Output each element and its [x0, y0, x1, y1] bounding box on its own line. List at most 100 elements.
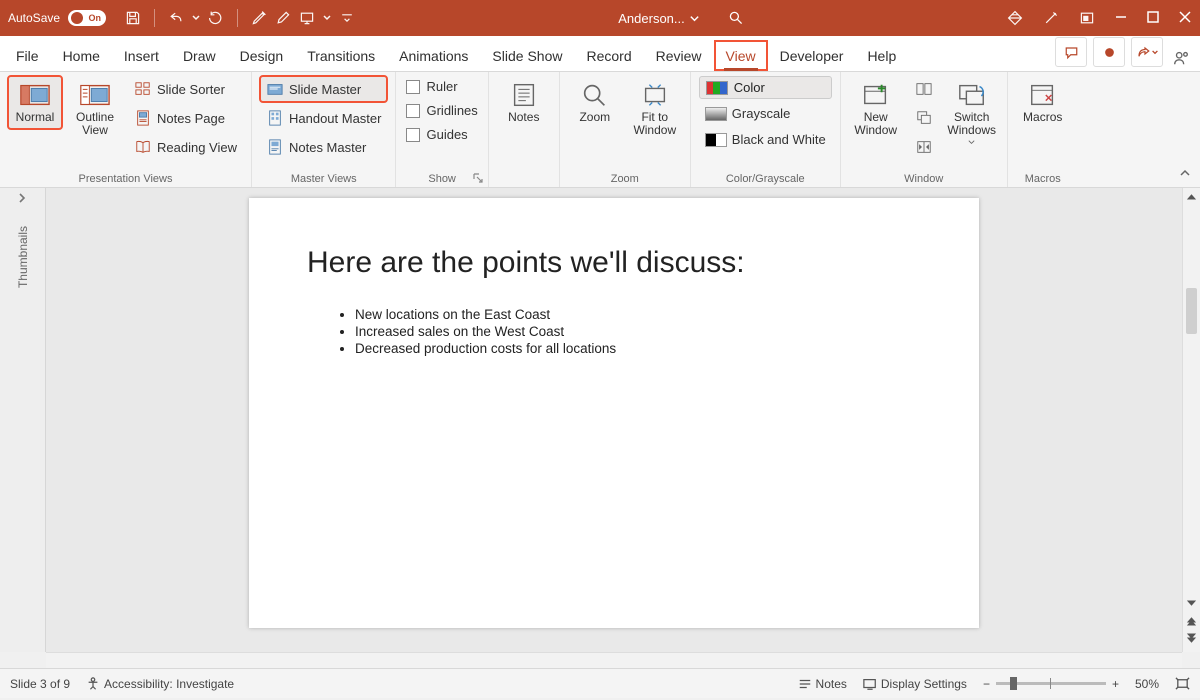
- handout-master-button[interactable]: Handout Master: [260, 105, 388, 131]
- reading-view-button[interactable]: Reading View: [128, 134, 243, 160]
- color-button[interactable]: Color: [699, 76, 832, 99]
- fit-to-window-icon: [638, 81, 672, 109]
- group-presentation-views: Normal Outline View Slide Sorter Notes P…: [0, 72, 252, 187]
- scroll-up-icon[interactable]: [1186, 191, 1198, 203]
- tab-slide-show[interactable]: Slide Show: [480, 40, 574, 71]
- fit-slide-button[interactable]: [1175, 676, 1190, 691]
- zoom-out-button[interactable]: −: [983, 677, 990, 691]
- scroll-down-icon[interactable]: [1186, 596, 1198, 608]
- gridlines-label: Gridlines: [426, 103, 477, 118]
- new-window-label: New Window: [854, 111, 897, 137]
- next-slide-icon[interactable]: [1186, 632, 1198, 644]
- close-button[interactable]: [1178, 10, 1192, 27]
- group-macros: Macros Macros: [1008, 72, 1078, 187]
- comments-button[interactable]: [1055, 37, 1087, 67]
- tab-insert[interactable]: Insert: [112, 40, 171, 71]
- switch-windows-button[interactable]: Switch Windows: [945, 76, 999, 156]
- document-title[interactable]: Anderson...: [618, 11, 700, 26]
- notes-master-button[interactable]: Notes Master: [260, 134, 388, 160]
- qat-overflow-icon[interactable]: [338, 9, 356, 27]
- zoom-slider[interactable]: − +: [983, 677, 1119, 691]
- tab-record[interactable]: Record: [574, 40, 643, 71]
- wand-icon[interactable]: [1042, 9, 1060, 27]
- tab-draw[interactable]: Draw: [171, 40, 228, 71]
- present-icon[interactable]: [298, 9, 316, 27]
- show-dialog-launcher[interactable]: [473, 173, 484, 184]
- present-dropdown-icon[interactable]: [322, 9, 332, 27]
- black-white-button[interactable]: Black and White: [699, 128, 832, 151]
- autosave-label: AutoSave: [8, 11, 60, 25]
- outline-view-button[interactable]: Outline View: [68, 76, 122, 142]
- undo-icon[interactable]: [167, 9, 185, 27]
- record-indicator-button[interactable]: [1093, 37, 1125, 67]
- normal-view-button[interactable]: Normal: [8, 76, 62, 129]
- zoom-handle[interactable]: [1010, 677, 1017, 690]
- quick-sparkle-icon[interactable]: [250, 9, 268, 27]
- tab-help[interactable]: Help: [855, 40, 908, 71]
- tab-file[interactable]: File: [4, 40, 51, 71]
- tab-review[interactable]: Review: [644, 40, 714, 71]
- slide-title[interactable]: Here are the points we'll discuss:: [307, 246, 921, 280]
- eyedropper-icon[interactable]: [274, 9, 292, 27]
- notes-page-button[interactable]: Notes Page: [128, 105, 243, 131]
- slide-sorter-button[interactable]: Slide Sorter: [128, 76, 243, 102]
- scrollbar-thumb[interactable]: [1186, 288, 1197, 334]
- tab-developer[interactable]: Developer: [768, 40, 856, 71]
- vertical-scrollbar[interactable]: [1182, 188, 1200, 652]
- collapse-ribbon-button[interactable]: [1178, 166, 1192, 183]
- group-label-presentation: Presentation Views: [8, 171, 243, 185]
- zoom-track[interactable]: [996, 682, 1106, 685]
- slide-master-button[interactable]: Slide Master: [260, 76, 388, 102]
- tab-design[interactable]: Design: [228, 40, 296, 71]
- horizontal-scrollbar[interactable]: [46, 652, 1182, 668]
- fit-to-window-button[interactable]: Fit to Window: [628, 76, 682, 142]
- zoom-percent[interactable]: 50%: [1135, 677, 1159, 691]
- slide-canvas-area[interactable]: Here are the points we'll discuss: New l…: [46, 188, 1182, 652]
- ruler-checkbox[interactable]: Ruler: [404, 76, 479, 97]
- new-window-button[interactable]: New Window: [849, 76, 903, 142]
- switch-windows-label: Switch Windows: [947, 111, 996, 151]
- window-mode-icon[interactable]: [1078, 9, 1096, 27]
- status-notes-button[interactable]: Notes: [798, 677, 847, 691]
- tab-view[interactable]: View: [714, 40, 768, 71]
- color-swatch-icon: [706, 81, 728, 95]
- arrange-all-button[interactable]: [909, 76, 939, 102]
- save-icon[interactable]: [124, 9, 142, 27]
- slide[interactable]: Here are the points we'll discuss: New l…: [249, 198, 979, 628]
- tab-animations[interactable]: Animations: [387, 40, 480, 71]
- fit-label: Fit to Window: [633, 111, 676, 137]
- slide-bullet: Increased sales on the West Coast: [355, 323, 921, 340]
- maximize-button[interactable]: [1146, 10, 1160, 27]
- zoom-in-button[interactable]: +: [1112, 677, 1119, 691]
- notes-icon: [507, 81, 541, 109]
- guides-checkbox[interactable]: Guides: [404, 124, 479, 145]
- slide-bullet-list[interactable]: New locations on the East Coast Increase…: [307, 306, 921, 357]
- thumbnails-pane[interactable]: Thumbnails: [0, 188, 46, 652]
- expand-thumbnails-icon[interactable]: [16, 192, 30, 206]
- gridlines-checkbox[interactable]: Gridlines: [404, 100, 479, 121]
- tab-home[interactable]: Home: [51, 40, 112, 71]
- cascade-button[interactable]: [909, 105, 939, 131]
- tab-transitions[interactable]: Transitions: [295, 40, 387, 71]
- slide-counter[interactable]: Slide 3 of 9: [10, 677, 70, 691]
- zoom-button[interactable]: Zoom: [568, 76, 622, 129]
- diamond-icon[interactable]: [1006, 9, 1024, 27]
- move-split-button[interactable]: [909, 134, 939, 160]
- search-button[interactable]: [728, 10, 744, 26]
- accessibility-status[interactable]: Accessibility: Investigate: [86, 677, 234, 691]
- display-settings-button[interactable]: Display Settings: [863, 677, 967, 691]
- collab-icon[interactable]: [1166, 49, 1196, 67]
- autosave-toggle[interactable]: On: [68, 10, 106, 26]
- prev-slide-icon[interactable]: [1186, 614, 1198, 626]
- group-zoom: Zoom Fit to Window Zoom: [559, 72, 691, 187]
- undo-dropdown-icon[interactable]: [191, 9, 201, 27]
- macros-button[interactable]: Macros: [1016, 76, 1070, 129]
- group-label-master: Master Views: [260, 171, 388, 185]
- bw-swatch-icon: [705, 133, 727, 147]
- share-button[interactable]: [1131, 37, 1163, 67]
- redo-icon[interactable]: [207, 9, 225, 27]
- notes-button[interactable]: Notes: [497, 76, 551, 129]
- zoom-label: Zoom: [579, 111, 610, 124]
- grayscale-button[interactable]: Grayscale: [699, 102, 832, 125]
- minimize-button[interactable]: [1114, 10, 1128, 27]
